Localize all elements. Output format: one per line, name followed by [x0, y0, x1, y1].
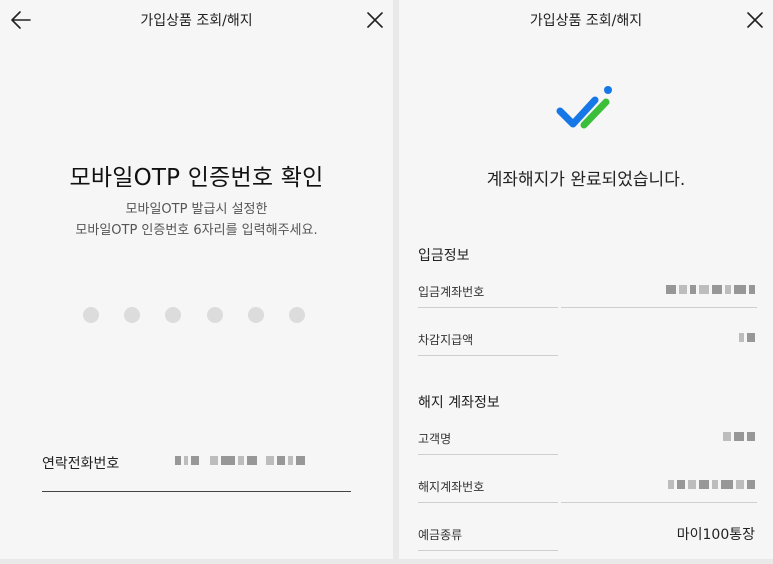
- pin-indicator[interactable]: [83, 307, 305, 323]
- deducted-amount-row: 차감지급액: [418, 320, 757, 356]
- deposit-account-label: 입금계좌번호: [418, 285, 485, 299]
- pin-dot: [83, 307, 99, 323]
- close-button[interactable]: [744, 9, 766, 31]
- double-check-icon: [556, 86, 612, 129]
- otp-description-line2: 모바일OTP 인증번호 6자리를 입력해주세요.: [75, 223, 318, 238]
- deposit-type-label: 예금종류: [418, 528, 463, 542]
- header: 가입상품 조회/해지: [399, 0, 773, 40]
- close-button[interactable]: [364, 9, 386, 31]
- otp-description-line1: 모바일OTP 발급시 설정한: [125, 202, 268, 217]
- close-icon: [747, 12, 763, 28]
- closing-account-info-title: 해지 계좌정보: [418, 395, 500, 411]
- deposit-type-value: 마이100통장: [676, 527, 755, 543]
- closed-account-row: 해지계좌번호: [418, 467, 757, 503]
- deposit-info-title: 입금정보: [418, 248, 470, 264]
- closed-account-label: 해지계좌번호: [418, 480, 485, 494]
- phone-label: 연락전화번호: [42, 456, 120, 472]
- otp-heading: 모바일OTP 인증번호 확인: [69, 165, 324, 191]
- otp-screen: 가입상품 조회/해지 모바일OTP 인증번호 확인 모바일OTP 발급시 설정한…: [0, 0, 393, 559]
- pin-dot: [247, 307, 264, 323]
- deducted-amount-label: 차감지급액: [418, 333, 474, 347]
- termination-complete-screen: 가입상품 조회/해지 계좌해지가 완료되었습니다. 입금정보 입금계좌번호 차감…: [399, 0, 773, 559]
- masked-amount: [739, 333, 755, 342]
- phone-number-field[interactable]: 연락전화번호: [42, 440, 351, 492]
- close-icon: [367, 12, 383, 28]
- deposit-type-row: 예금종류 마이100통장: [418, 515, 757, 551]
- pin-dot: [288, 307, 305, 323]
- masked-closed-account: [668, 480, 755, 489]
- header: 가입상품 조회/해지: [0, 0, 393, 40]
- masked-customer-name: [723, 432, 755, 441]
- pin-dot: [206, 307, 223, 323]
- pin-dot: [165, 307, 182, 323]
- customer-name-label: 고객명: [418, 432, 452, 446]
- page-title: 가입상품 조회/해지: [140, 13, 253, 29]
- deposit-account-row: 입금계좌번호: [418, 272, 757, 308]
- masked-deposit-account: [666, 285, 755, 294]
- masked-phone-value: [175, 456, 305, 465]
- completion-message: 계좌해지가 완료되었습니다.: [486, 170, 686, 190]
- customer-name-row: 고객명: [418, 419, 757, 455]
- pin-dot: [124, 307, 141, 323]
- page-title: 가입상품 조회/해지: [529, 13, 643, 29]
